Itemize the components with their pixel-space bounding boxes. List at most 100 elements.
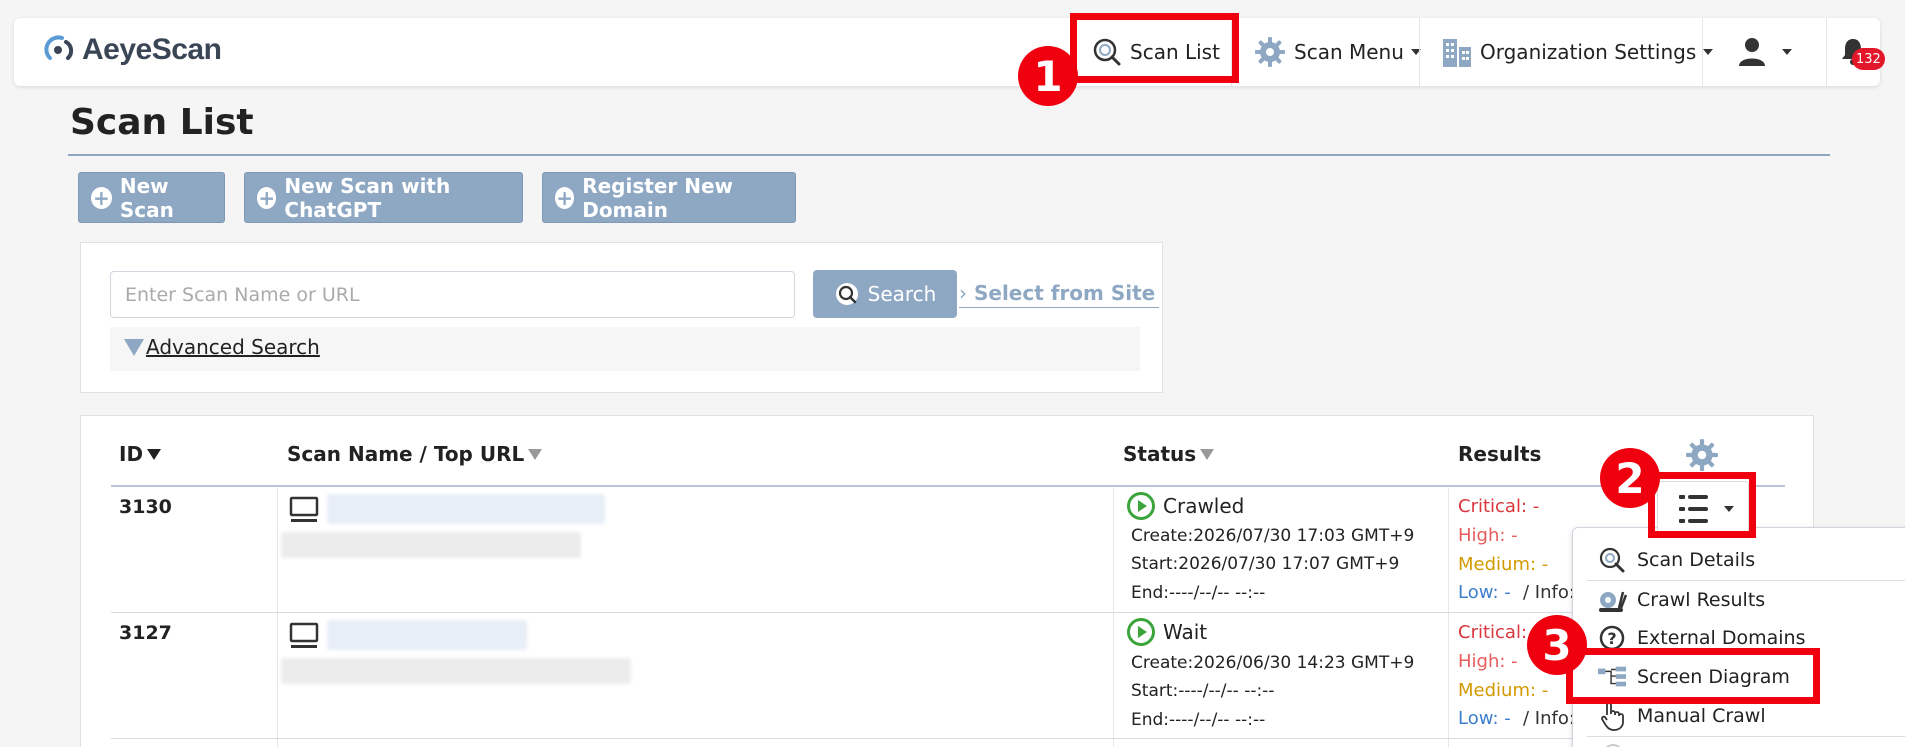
- desktop-monitor-icon: [289, 622, 319, 648]
- column-header-name[interactable]: Scan Name / Top URL: [287, 442, 543, 466]
- select-from-site-link[interactable]: › Select from Site: [959, 281, 1160, 308]
- register-domain-label: Register New Domain: [582, 173, 733, 222]
- notification-badge: 132: [1852, 48, 1885, 70]
- register-domain-button[interactable]: + Register New Domain: [542, 172, 796, 223]
- row-divider: [111, 738, 1785, 739]
- nav-scan-menu[interactable]: Scan Menu: [1254, 18, 1421, 86]
- column-header-status-label: Status: [1123, 442, 1197, 466]
- annotation-badge-2: 2: [1600, 448, 1660, 508]
- end-time: End:----/--/-- --:--: [1131, 583, 1266, 603]
- annotation-box-1: [1070, 13, 1239, 83]
- page-title: Scan List: [70, 102, 254, 143]
- result-critical: Critical: -: [1458, 496, 1540, 517]
- annotation-box-2: [1648, 472, 1756, 538]
- advanced-search-label: Advanced Search: [146, 335, 320, 359]
- menu-divider: [1587, 736, 1905, 737]
- menu-item-partial[interactable]: [1601, 742, 1751, 747]
- result-high: High: -: [1458, 651, 1518, 672]
- redacted-scan-name[interactable]: [327, 494, 605, 524]
- row-divider: [111, 612, 1785, 613]
- nav-user-menu[interactable]: [1736, 18, 1792, 86]
- scan-search-icon: [835, 283, 858, 305]
- row-actions-dropdown: Scan Details Crawl Results ? External Do…: [1572, 527, 1905, 747]
- redacted-scan-name[interactable]: [327, 620, 527, 650]
- menu-divider: [1587, 580, 1905, 581]
- caret-down-icon: [1703, 49, 1714, 55]
- column-divider: [277, 488, 278, 747]
- new-scan-chatgpt-button[interactable]: + New Scan with ChatGPT: [244, 172, 523, 223]
- user-icon: [1739, 38, 1765, 66]
- result-low: Low: -: [1458, 582, 1511, 603]
- building-icon: [1443, 39, 1471, 67]
- nav-divider: [1702, 18, 1703, 86]
- column-header-id-label: ID: [119, 442, 144, 466]
- result-low: Low: -: [1458, 708, 1511, 729]
- start-time: Start:----/--/-- --:--: [1131, 681, 1275, 701]
- search-button[interactable]: Search: [813, 270, 957, 318]
- column-header-name-label: Scan Name / Top URL: [287, 442, 525, 466]
- new-scan-chatgpt-label: New Scan with ChatGPT: [284, 173, 451, 222]
- column-header-id[interactable]: ID: [119, 442, 162, 466]
- result-high: High: -: [1458, 525, 1518, 546]
- logo[interactable]: AeyeScan: [42, 32, 222, 68]
- column-header-status[interactable]: Status: [1123, 442, 1215, 466]
- redacted-top-url: [281, 532, 581, 558]
- status-label: Crawled: [1163, 494, 1245, 518]
- plus-circle-icon: +: [555, 185, 575, 210]
- advanced-search-toggle[interactable]: Advanced Search: [124, 335, 320, 359]
- search-button-label: Search: [867, 282, 937, 306]
- search-input[interactable]: [110, 271, 795, 318]
- annotation-badge-1: 1: [1018, 46, 1078, 106]
- status-label: Wait: [1163, 620, 1208, 644]
- new-scan-label: New Scan: [119, 173, 174, 222]
- sort-desc-icon: [147, 448, 162, 460]
- row-id: 3127: [119, 622, 172, 644]
- select-from-site-label: Select from Site: [973, 281, 1156, 305]
- column-divider: [1448, 488, 1449, 747]
- desktop-monitor-icon: [289, 496, 319, 522]
- play-circle-icon: [1127, 618, 1155, 646]
- annotation-box-3: [1566, 648, 1820, 704]
- header-divider: [111, 485, 1785, 487]
- sort-icon: [528, 448, 543, 460]
- nav-org-settings-label: Organization Settings: [1480, 40, 1697, 64]
- table-settings-gear-icon[interactable]: [1685, 438, 1719, 472]
- gear-icon: [1255, 37, 1285, 67]
- end-time: End:----/--/-- --:--: [1131, 710, 1266, 730]
- menu-item-scan-details[interactable]: Scan Details: [1597, 542, 1755, 578]
- svg-text:?: ?: [1607, 629, 1616, 648]
- triangle-down-icon: [124, 338, 144, 356]
- menu-item-label: Manual Crawl: [1637, 705, 1766, 727]
- create-time: Create:2026/06/30 14:23 GMT+9: [1131, 653, 1415, 673]
- menu-item-crawl-results[interactable]: Crawl Results: [1597, 582, 1765, 618]
- scan-search-icon: [1597, 545, 1627, 575]
- result-medium: Medium: -: [1458, 554, 1549, 575]
- hand-pointer-icon: [1597, 701, 1627, 731]
- result-medium: Medium: -: [1458, 680, 1549, 701]
- status-crawled: Crawled: [1127, 492, 1244, 520]
- nav-organization-settings[interactable]: Organization Settings: [1440, 18, 1714, 86]
- column-divider: [1113, 488, 1114, 747]
- play-circle-icon: [1127, 492, 1155, 520]
- create-time: Create:2026/07/30 17:03 GMT+9: [1131, 526, 1415, 546]
- menu-item-label: Scan Details: [1637, 549, 1756, 571]
- aeyescan-logo-icon: [44, 35, 74, 60]
- menu-item-label: Crawl Results: [1637, 589, 1766, 611]
- caret-down-icon: [1782, 49, 1792, 55]
- nav-notifications[interactable]: 132: [1822, 18, 1885, 86]
- result-critical: Critical:: [1458, 622, 1528, 643]
- logo-text: AeyeScan: [82, 33, 222, 66]
- annotation-badge-3: 3: [1527, 615, 1587, 675]
- chevron-right-icon: ›: [959, 281, 967, 305]
- scan-search-icon: [1605, 744, 1621, 747]
- sort-icon: [1200, 448, 1215, 460]
- column-header-results: Results: [1458, 442, 1541, 466]
- result-info: / Info:: [1523, 582, 1575, 603]
- new-scan-button[interactable]: + New Scan: [78, 172, 225, 223]
- plus-circle-icon: +: [257, 185, 277, 210]
- start-time: Start:2026/07/30 17:07 GMT+9: [1131, 554, 1400, 574]
- plus-circle-icon: +: [91, 186, 112, 209]
- search-panel: Search › Select from Site Advanced Searc…: [80, 242, 1163, 393]
- advanced-search-bar: Advanced Search: [110, 327, 1140, 371]
- nav-scan-menu-label: Scan Menu: [1294, 40, 1404, 64]
